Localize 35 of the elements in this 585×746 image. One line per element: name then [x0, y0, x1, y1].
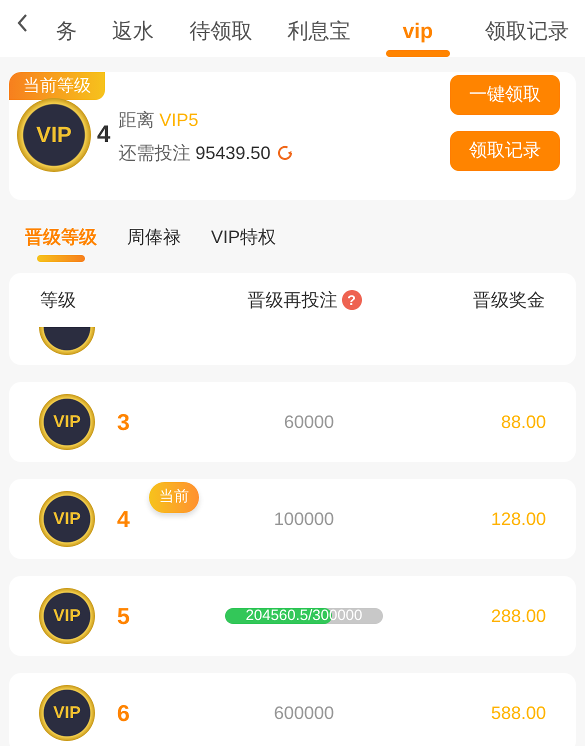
level-badge: 当前等级	[9, 72, 105, 100]
tab-underline	[37, 255, 85, 262]
level-number: 4	[117, 504, 131, 534]
tab-underline	[386, 50, 450, 57]
level-number: 5	[117, 602, 131, 631]
vip-medal: VIP	[17, 98, 91, 172]
vip-medal: VIP	[39, 588, 95, 644]
distance-text: 距离 VIP5	[118, 108, 200, 132]
sub-tab[interactable]: 周俸禄	[127, 224, 181, 251]
bonus-value: 288.00	[490, 604, 546, 628]
sub-tab[interactable]: VIP特权	[211, 224, 276, 251]
column-header: 晋级奖金	[473, 288, 545, 312]
refresh-icon[interactable]	[276, 144, 294, 162]
nav-tab[interactable]: 待领取	[189, 20, 252, 57]
level-number: 4	[97, 120, 110, 150]
column-header: 晋级再投注	[248, 288, 338, 312]
nav-tab[interactable]: 领取记录	[484, 20, 569, 57]
bet-needed-text: 还需投注 95439.50	[118, 142, 270, 164]
requirement-value: 600000	[274, 702, 334, 724]
column-header: 等级	[40, 288, 76, 312]
bonus-value: 588.00	[490, 702, 546, 724]
bonus-value: 88.00	[500, 410, 546, 434]
requirement-value: 100000	[274, 508, 334, 530]
nav-tab[interactable]: 利息宝	[288, 20, 351, 57]
bonus-value: 128.00	[490, 508, 546, 530]
requirement-value: 60000	[284, 410, 334, 434]
vip-medal: VIP	[39, 394, 95, 450]
vip-medal: VIP	[39, 685, 95, 741]
vip-medal: VIP	[39, 491, 95, 547]
level-number: 6	[117, 698, 131, 728]
back-icon[interactable]	[16, 12, 28, 32]
nav-tab[interactable]: 返水	[112, 20, 154, 57]
level-number: 3	[117, 408, 131, 437]
nav-tab[interactable]: 务	[56, 20, 77, 57]
current-badge: 当前	[149, 482, 199, 512]
